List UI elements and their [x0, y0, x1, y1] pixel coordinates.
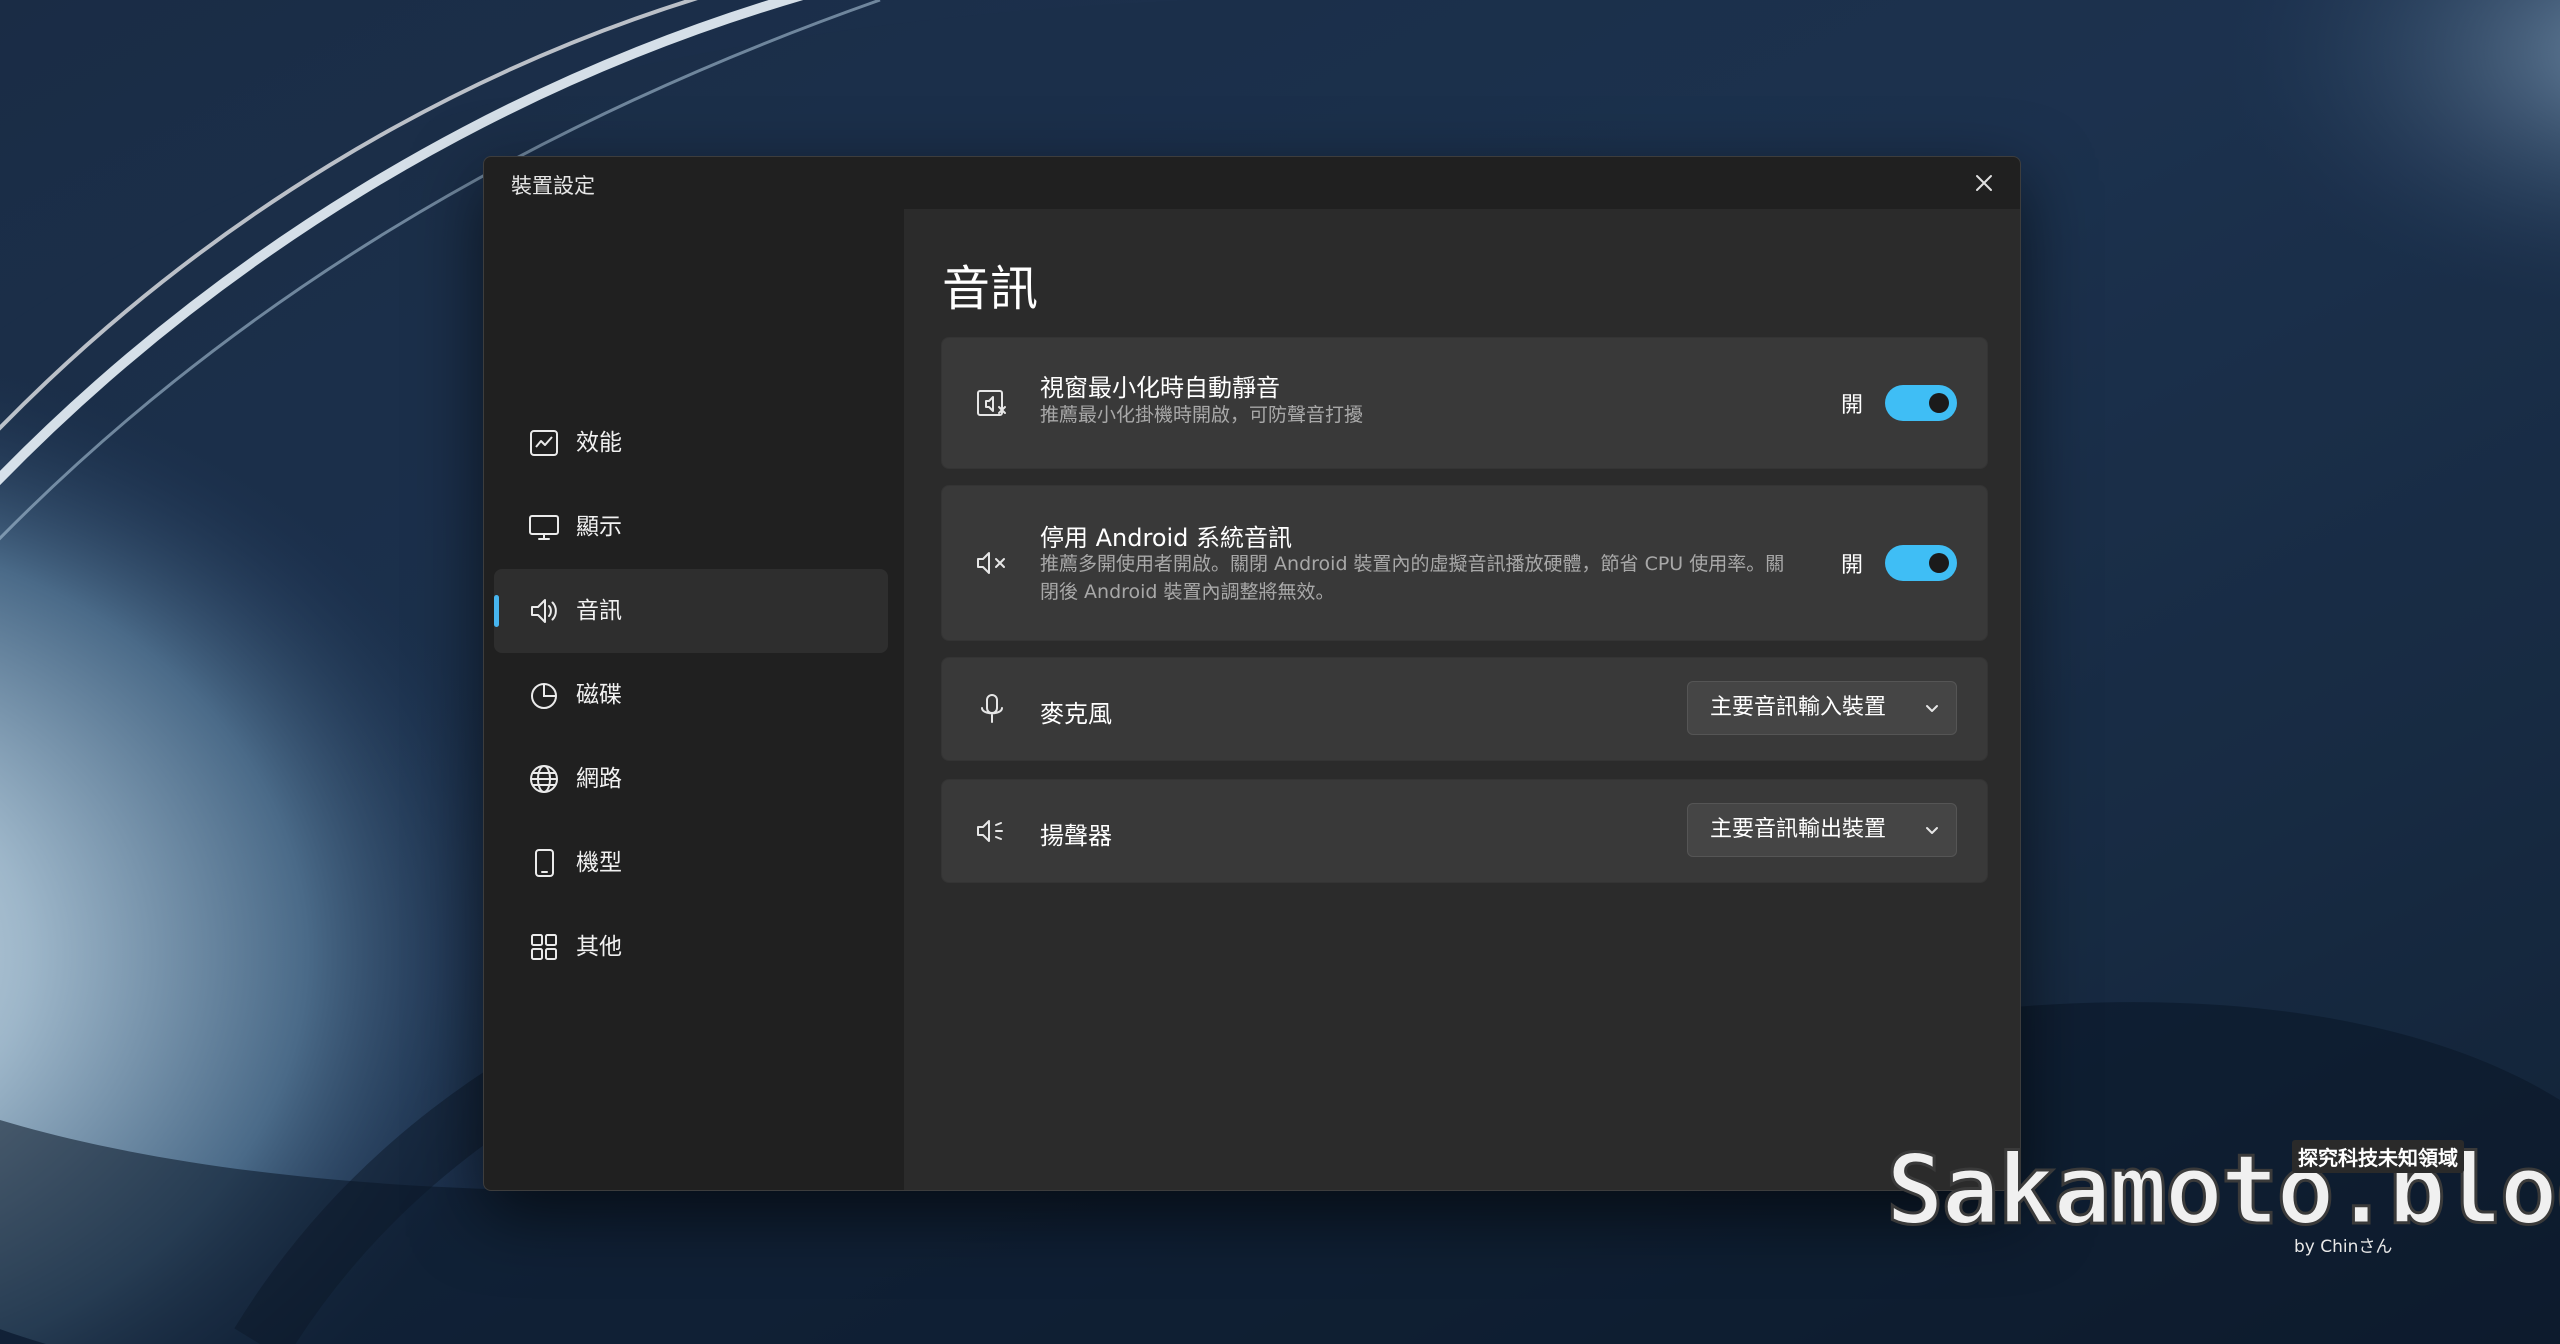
toggle-state-label: 開: [1840, 553, 1863, 578]
sidebar-item-label: 效能: [576, 430, 622, 456]
performance-chart-icon: [530, 430, 558, 456]
toggle-knob: [1929, 553, 1949, 573]
sidebar-item-label: 其他: [576, 934, 622, 960]
sidebar-item-label: 機型: [576, 850, 622, 876]
minimize-mute-toggle[interactable]: [1885, 385, 1957, 421]
close-button[interactable]: [1962, 161, 2006, 205]
device-settings-window: 裝置設定 效能 顯示 音訊 磁碟 網路 機型 其他 音訊 視窗最小化時自動靜音 …: [483, 156, 2021, 1191]
grid-apps-icon: [531, 934, 557, 960]
setting-title: 視窗最小化時自動靜音: [1040, 374, 1280, 402]
title-bar: 裝置設定: [484, 157, 2020, 209]
speaker-mute-icon: [977, 552, 1005, 574]
sidebar-item-label: 磁碟: [576, 682, 622, 708]
close-icon: [1976, 175, 1992, 191]
speaker-volume-icon: [977, 820, 1003, 842]
sidebar-item-model[interactable]: 機型: [494, 821, 888, 905]
speaker-icon: [531, 599, 557, 623]
sidebar-item-label: 網路: [576, 766, 622, 792]
globe-icon: [530, 765, 558, 793]
disable-android-audio-toggle[interactable]: [1885, 545, 1957, 581]
sidebar-item-disk[interactable]: 磁碟: [494, 653, 888, 737]
disk-pie-icon: [531, 683, 557, 709]
dropdown-selected-value: 主要音訊輸入裝置: [1710, 695, 1887, 720]
watermark-byline: by Chinさん: [2294, 1237, 2393, 1257]
speaker-device-dropdown[interactable]: 主要音訊輸出裝置: [1687, 803, 1957, 857]
active-indicator: [494, 595, 499, 627]
setting-title: 麥克風: [1040, 700, 1112, 728]
chevron-down-icon: [1926, 827, 1938, 834]
sidebar-item-label: 音訊: [576, 598, 622, 624]
page-title: 音訊: [942, 261, 1039, 317]
phone-icon: [535, 849, 554, 877]
toggle-state-label: 開: [1840, 393, 1863, 418]
sidebar-item-audio[interactable]: 音訊: [494, 569, 888, 653]
monitor-icon: [529, 515, 559, 540]
setting-card-speaker: 揚聲器 主要音訊輸出裝置: [941, 779, 1988, 883]
sidebar-item-network[interactable]: 網路: [494, 737, 888, 821]
sidebar-item-other[interactable]: 其他: [494, 905, 888, 989]
microphone-device-dropdown[interactable]: 主要音訊輸入裝置: [1687, 681, 1957, 735]
setting-card-microphone: 麥克風 主要音訊輸入裝置: [941, 657, 1988, 761]
setting-title: 揚聲器: [1040, 822, 1112, 850]
minimize-mute-icon: [977, 390, 1006, 416]
sakamoto-blog-watermark: Sakamoto.blog 探究科技未知領域 by Chinさん: [1882, 1130, 2560, 1280]
setting-card-disable-android-audio: 停用 Android 系統音訊 推薦多開使用者開啟。關閉 Android 裝置內…: [941, 485, 1988, 641]
sidebar-item-performance[interactable]: 效能: [494, 401, 888, 485]
toggle-knob: [1929, 393, 1949, 413]
settings-content: 音訊 視窗最小化時自動靜音 推薦最小化掛機時開啟，可防聲音打擾 開 停用 And…: [904, 209, 2020, 1190]
setting-description: 推薦最小化掛機時開啟，可防聲音打擾: [1040, 404, 1364, 426]
sidebar-item-label: 顯示: [576, 514, 622, 540]
chevron-down-icon: [1926, 705, 1938, 712]
microphone-icon: [981, 694, 1003, 723]
sidebar-item-display[interactable]: 顯示: [494, 485, 888, 569]
setting-card-minimize-mute: 視窗最小化時自動靜音 推薦最小化掛機時開啟，可防聲音打擾 開: [941, 337, 1988, 469]
watermark-tagline: 探究科技未知領域: [2292, 1140, 2464, 1173]
setting-description: 推薦多開使用者開啟。關閉 Android 裝置內的虛擬音訊播放硬體，節省 CPU…: [1040, 553, 1785, 603]
dropdown-selected-value: 主要音訊輸出裝置: [1710, 817, 1887, 842]
setting-title: 停用 Android 系統音訊: [1040, 524, 1293, 552]
window-title: 裝置設定: [511, 174, 595, 198]
